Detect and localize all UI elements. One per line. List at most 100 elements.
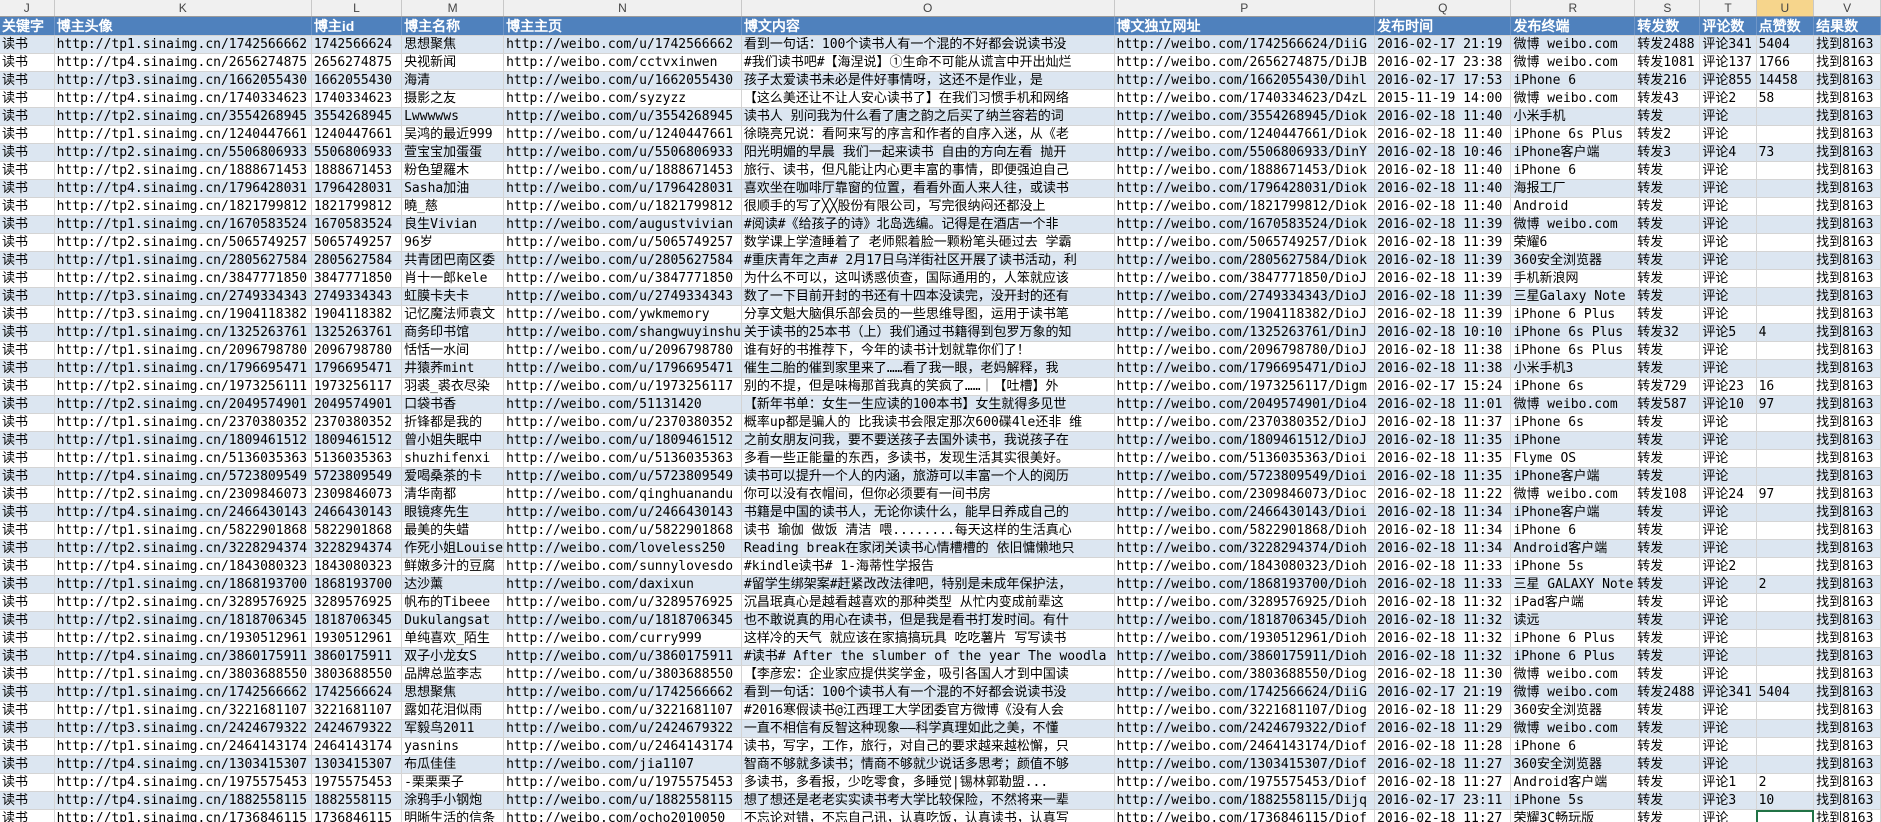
table-cell[interactable]: 找到8163: [1813, 503, 1881, 522]
table-cell[interactable]: 沉昌珉真心是越看越喜欢的那种类型 从忙内变成前辈这: [741, 593, 1115, 612]
table-cell[interactable]: 喜欢坐在咖啡厅靠窗的位置，看看外面人来人往，或读书: [741, 179, 1115, 198]
table-cell[interactable]: http://tp1.sinaimg.cn/3803688550: [54, 665, 312, 684]
table-cell[interactable]: iPhone 6: [1510, 161, 1636, 180]
table-cell[interactable]: http://weibo.com/2370380352/DioJ: [1114, 413, 1376, 432]
table-cell[interactable]: http://weibo.com/qinghuanandu: [503, 485, 742, 504]
table-cell[interactable]: 评论: [1699, 359, 1757, 378]
table-cell[interactable]: http://weibo.com/3289576925/Dioh: [1114, 593, 1376, 612]
table-cell[interactable]: 折锋都是我的: [401, 413, 505, 432]
table-cell[interactable]: 涂鸦手小钢炮: [401, 791, 505, 810]
table-cell[interactable]: 商务印书馆: [401, 323, 505, 342]
table-cell[interactable]: 读书: [0, 521, 55, 540]
table-cell[interactable]: 找到8163: [1813, 107, 1881, 126]
table-cell[interactable]: [1756, 107, 1815, 126]
table-cell[interactable]: 评论24: [1699, 485, 1757, 504]
table-cell[interactable]: 想了想还是老老实实读书考大学比较保险，不然将来一辈: [741, 791, 1115, 810]
table-cell[interactable]: 爱喝桑茶的卡: [401, 467, 505, 486]
table-cell[interactable]: http://weibo.com/3221681107/Diog: [1114, 701, 1376, 720]
table-cell[interactable]: 3803688550: [311, 665, 403, 684]
table-cell[interactable]: 1796695471: [311, 359, 403, 378]
table-cell[interactable]: 读书: [0, 251, 55, 270]
table-cell[interactable]: 1240447661: [311, 125, 403, 144]
table-cell[interactable]: 评论: [1699, 161, 1757, 180]
table-cell[interactable]: http://weibo.com/2309846073/Dioc: [1114, 485, 1376, 504]
table-cell[interactable]: 评论: [1699, 269, 1757, 288]
table-cell[interactable]: [1756, 449, 1815, 468]
table-cell[interactable]: http://weibo.com/u/2370380352: [503, 413, 742, 432]
table-cell[interactable]: 读书: [0, 665, 55, 684]
table-cell[interactable]: 转发1081: [1634, 53, 1701, 72]
table-cell[interactable]: [1756, 125, 1815, 144]
table-cell[interactable]: shuzhifenxi: [401, 449, 505, 468]
table-cell[interactable]: http://tp4.sinaimg.cn/5723809549: [54, 467, 312, 486]
table-cell[interactable]: Android客户端: [1510, 773, 1636, 792]
table-cell[interactable]: 读书，写字，工作，旅行，对自己的要求越来越松懈，只: [741, 737, 1115, 756]
table-cell[interactable]: 转发: [1634, 521, 1701, 540]
table-cell[interactable]: 也不敢说真的用心在读书，但是我是看书打发时间。有什: [741, 611, 1115, 630]
table-cell[interactable]: 转发: [1634, 197, 1701, 216]
table-cell[interactable]: http://tp1.sinaimg.cn/1796695471: [54, 359, 312, 378]
table-cell[interactable]: 2016-02-18 11:30: [1374, 665, 1512, 684]
table-cell[interactable]: http://weibo.com/u/1818706345: [503, 611, 742, 630]
table-cell[interactable]: http://tp3.sinaimg.cn/2749334343: [54, 287, 312, 306]
table-cell[interactable]: 思想聚焦: [401, 35, 505, 54]
table-cell[interactable]: 评论: [1699, 251, 1757, 270]
table-cell[interactable]: 评论: [1699, 305, 1757, 324]
table-cell[interactable]: 读书 瑜伽 做饭 清洁 喂........每天这样的生活真心: [741, 521, 1115, 540]
table-cell[interactable]: 评论4: [1699, 143, 1757, 162]
table-cell[interactable]: 读书: [0, 359, 55, 378]
table-cell[interactable]: #kindle读书# 1-海蒂性学报告: [741, 557, 1115, 576]
table-cell[interactable]: 读书: [0, 575, 55, 594]
table-cell[interactable]: http://weibo.com/2464143174/Diof: [1114, 737, 1376, 756]
table-cell[interactable]: 2016-02-18 11:35: [1374, 467, 1512, 486]
table-cell[interactable]: http://weibo.com/u/1888671453: [503, 161, 742, 180]
table-cell[interactable]: iPhone 6 Plus: [1510, 305, 1636, 324]
table-cell[interactable]: http://weibo.com/u/2749334343: [503, 287, 742, 306]
table-cell[interactable]: 评论: [1699, 431, 1757, 450]
table-cell[interactable]: 2016-02-18 11:29: [1374, 719, 1512, 738]
table-cell[interactable]: 评论: [1699, 701, 1757, 720]
table-cell[interactable]: 2016-02-18 11:34: [1374, 521, 1512, 540]
table-cell[interactable]: iPhone 6s Plus: [1510, 323, 1636, 342]
table-cell[interactable]: 读书: [0, 611, 55, 630]
table-cell[interactable]: 读书: [0, 503, 55, 522]
table-cell[interactable]: http://tp1.sinaimg.cn/1240447661: [54, 125, 312, 144]
table-cell[interactable]: 徐晓亮兄说：看阿来写的序言和作者的自序入迷，从《老: [741, 125, 1115, 144]
table-cell[interactable]: 10: [1756, 791, 1815, 810]
table-cell[interactable]: http://weibo.com/1303415307/Diof: [1114, 755, 1376, 774]
table-cell[interactable]: 评论: [1699, 233, 1757, 252]
table-cell[interactable]: http://weibo.com/u/1973256117: [503, 377, 742, 396]
table-cell[interactable]: 读书: [0, 179, 55, 198]
table-cell[interactable]: 读书: [0, 755, 55, 774]
table-cell[interactable]: 1843080323: [311, 557, 403, 576]
table-cell[interactable]: 评论2: [1699, 557, 1757, 576]
table-cell[interactable]: 央视新闻: [401, 53, 505, 72]
table-cell[interactable]: 评论: [1699, 467, 1757, 486]
table-cell[interactable]: http://weibo.com/1662055430/Dihl: [1114, 71, 1376, 90]
table-cell[interactable]: 小米手机3: [1510, 359, 1636, 378]
table-cell[interactable]: 多看一些正能量的东西，多读书，发现生活其实很美好。: [741, 449, 1115, 468]
table-cell[interactable]: [1756, 629, 1815, 648]
table-cell[interactable]: 评论341: [1699, 35, 1757, 54]
table-cell[interactable]: 微博 weibo.com: [1510, 215, 1636, 234]
table-cell[interactable]: 找到8163: [1813, 197, 1881, 216]
table-cell[interactable]: 1740334623: [311, 89, 403, 108]
table-cell[interactable]: 转发: [1634, 107, 1701, 126]
table-cell[interactable]: 荣耀3C畅玩版: [1510, 809, 1636, 822]
table-cell[interactable]: 转发: [1634, 233, 1701, 252]
table-cell[interactable]: http://weibo.com/u/1796695471: [503, 359, 742, 378]
table-cell[interactable]: 转发: [1634, 413, 1701, 432]
table-cell[interactable]: 找到8163: [1813, 251, 1881, 270]
table-cell[interactable]: http://weibo.com/u/5506806933: [503, 143, 742, 162]
table-cell[interactable]: 转发729: [1634, 377, 1701, 396]
table-cell[interactable]: http://tp2.sinaimg.cn/3554268945: [54, 107, 312, 126]
table-cell[interactable]: 找到8163: [1813, 575, 1881, 594]
table-cell[interactable]: http://tp3.sinaimg.cn/1904118382: [54, 305, 312, 324]
table-cell[interactable]: 2016-02-18 11:22: [1374, 485, 1512, 504]
table-cell[interactable]: http://weibo.com/1742566624/DiiG: [1114, 35, 1376, 54]
table-cell[interactable]: 2424679322: [311, 719, 403, 738]
table-cell[interactable]: 2016-02-18 11:35: [1374, 431, 1512, 450]
table-cell[interactable]: Reading break在家闭关读书心情槽槽的 依旧慵懒地只: [741, 539, 1115, 558]
table-cell[interactable]: 评论: [1699, 629, 1757, 648]
table-cell[interactable]: http://tp2.sinaimg.cn/3228294374: [54, 539, 312, 558]
